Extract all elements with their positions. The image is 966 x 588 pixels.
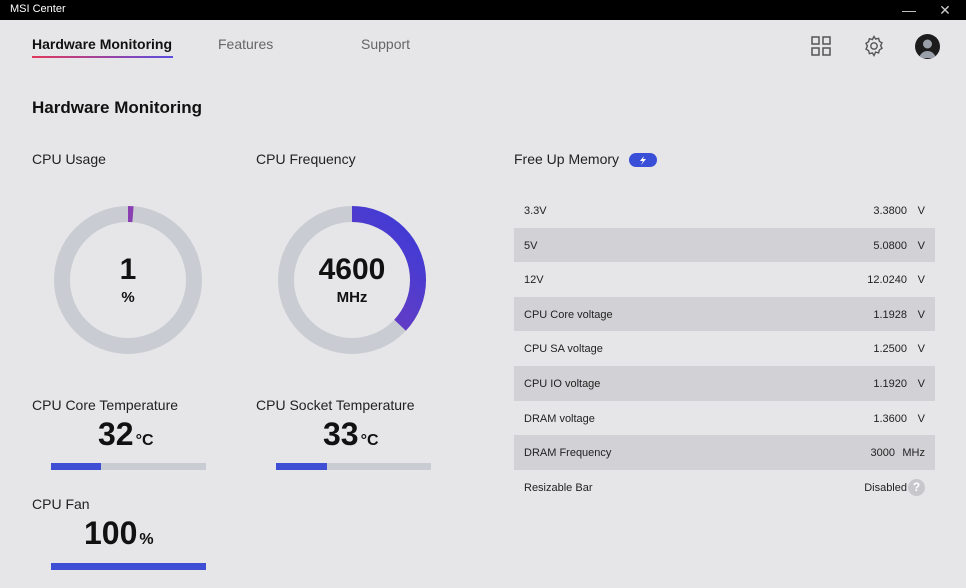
title-bar: MSI Center — ✕: [0, 0, 966, 20]
cpu-core-temp-label: CPU Core Temperature: [32, 397, 179, 413]
row-value: 1.3600: [873, 412, 907, 425]
table-row: CPU Core voltage 1.1928 V: [514, 296, 935, 332]
cpu-core-temp-unit: °C: [135, 432, 154, 449]
cpu-socket-temp-value: 33: [323, 416, 359, 452]
row-name: 5V: [524, 239, 538, 252]
minimize-button[interactable]: —: [892, 0, 926, 20]
table-row: CPU IO voltage 1.1920 V: [514, 365, 935, 401]
row-value: 1.1920: [873, 377, 907, 390]
cpu-fan-unit: %: [139, 531, 154, 548]
help-icon[interactable]: ?: [908, 478, 925, 496]
row-name: CPU SA voltage: [524, 343, 603, 356]
close-button[interactable]: ✕: [928, 0, 962, 20]
cpu-core-temp-bar-fill: [51, 463, 101, 470]
table-row: DRAM Frequency 3000 MHz: [514, 435, 935, 470]
app-title: MSI Center: [10, 3, 66, 15]
row-value: 1.2500: [873, 343, 907, 356]
grid-icon[interactable]: [809, 34, 833, 58]
row-name: CPU IO voltage: [524, 377, 601, 390]
cpu-fan-label: CPU Fan: [32, 496, 90, 512]
row-unit: V: [917, 412, 925, 425]
page-title: Hardware Monitoring: [32, 98, 203, 117]
cpu-fan-readout: 100%: [84, 515, 154, 552]
cpu-fan-bar: [51, 563, 206, 570]
cpu-fan-bar-fill: [51, 563, 206, 570]
table-row: CPU SA voltage 1.2500 V: [514, 331, 935, 366]
row-value: 1.1928: [873, 308, 907, 321]
cpu-frequency-label: CPU Frequency: [256, 151, 356, 167]
table-row: 12V 12.0240 V: [514, 262, 935, 297]
cpu-usage-label: CPU Usage: [32, 151, 106, 167]
table-row: Resizable Bar Disabled?: [514, 470, 935, 505]
row-unit: V: [917, 205, 925, 217]
cpu-socket-temp-unit: °C: [360, 432, 379, 449]
table-row: DRAM voltage 1.3600 V: [514, 401, 935, 436]
cpu-usage-value: 1: [119, 253, 137, 286]
free-up-memory-label: Free Up Memory: [514, 151, 620, 167]
table-row: 3.3V 3.3800 V: [514, 193, 935, 228]
cpu-core-temp-bar: [51, 463, 206, 470]
row-value: Disabled: [864, 481, 907, 494]
tab-hardware-monitoring[interactable]: Hardware Monitoring: [32, 36, 172, 52]
voltage-table: 3.3V 3.3800 V 5V 5.0800 V 12V 12.0240 V CPU Core …: [514, 193, 935, 504]
cpu-socket-temp-bar-fill: [276, 463, 328, 470]
row-unit: V: [917, 377, 925, 390]
row-name: 3.3V: [524, 205, 547, 217]
row-value: 5.0800: [873, 239, 907, 252]
cpu-usage-unit: %: [121, 289, 135, 306]
row-value: 12.0240: [867, 274, 907, 287]
avatar[interactable]: [915, 34, 940, 59]
cpu-frequency-value: 4600: [318, 253, 386, 286]
row-name: Resizable Bar: [524, 481, 593, 494]
row-value: 3.3800: [873, 205, 907, 217]
row-unit: V: [917, 308, 925, 321]
lightning-icon: [640, 156, 646, 165]
cpu-frequency-unit: MHz: [336, 289, 368, 306]
row-unit: V: [917, 239, 925, 252]
row-name: DRAM voltage: [524, 412, 595, 425]
cpu-socket-temp-readout: 33 °C: [323, 416, 379, 453]
row-unit: V: [917, 274, 925, 287]
row-unit: V: [917, 343, 925, 356]
tab-support[interactable]: Support: [361, 36, 410, 52]
table-row: 5V 5.0800 V: [514, 227, 935, 263]
cpu-core-temp-value: 32: [98, 416, 134, 452]
gear-icon[interactable]: [862, 34, 886, 58]
row-name: 12V: [524, 274, 544, 287]
row-unit: MHz: [902, 447, 925, 460]
cpu-socket-temp-label: CPU Socket Temperature: [256, 397, 415, 413]
tab-features[interactable]: Features: [218, 36, 273, 52]
user-icon: [919, 39, 936, 58]
cpu-core-temp-readout: 32 °C: [98, 416, 154, 453]
free-up-memory-button[interactable]: [629, 153, 657, 167]
row-value: 3000: [870, 447, 895, 460]
row-name: CPU Core voltage: [524, 308, 613, 321]
row-name: DRAM Frequency: [524, 447, 612, 460]
active-tab-underline: [32, 56, 173, 58]
cpu-fan-value: 100: [84, 515, 138, 551]
cpu-socket-temp-bar: [276, 463, 431, 470]
